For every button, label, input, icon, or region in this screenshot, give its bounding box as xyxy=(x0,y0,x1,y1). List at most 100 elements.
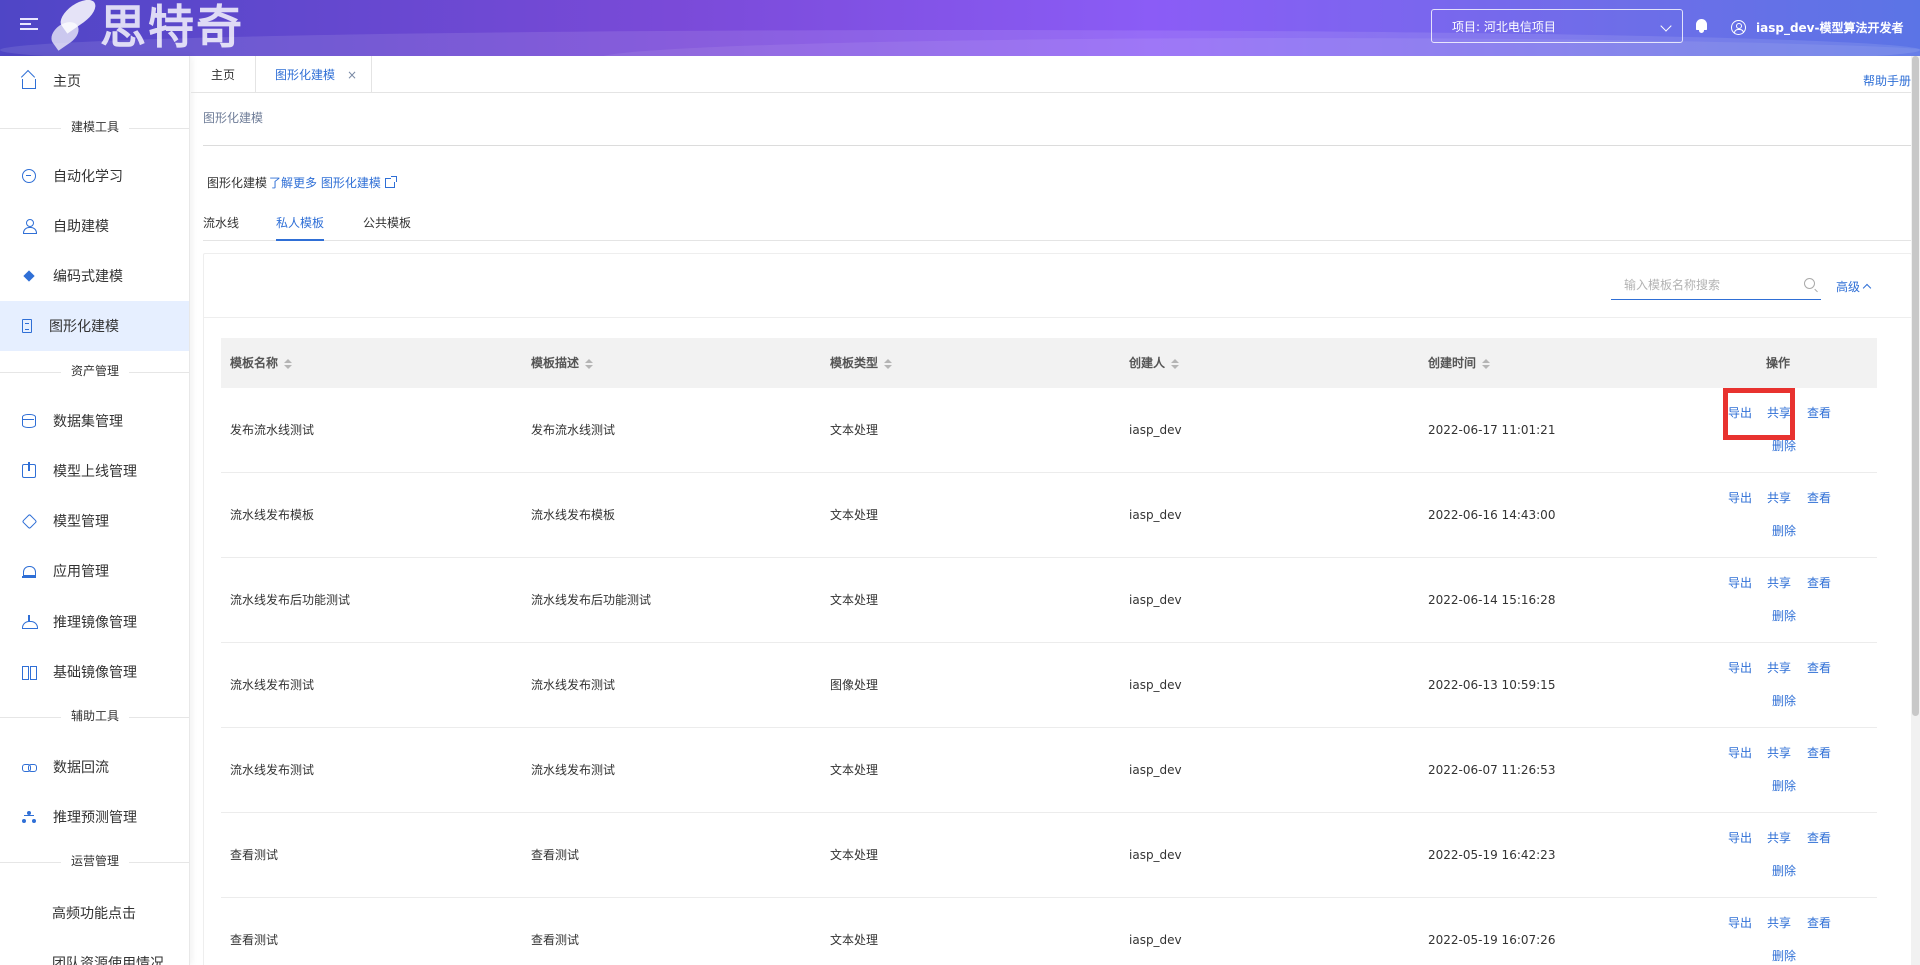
tab-home[interactable]: 主页 xyxy=(191,56,256,93)
table-row: 查看测试 查看测试 文本处理 iasp_dev 2022-05-19 16:07:26 导… xyxy=(221,898,1877,965)
cell-name: 查看测试 xyxy=(230,933,279,947)
sidebar-item-model-deploy[interactable]: 模型上线管理 xyxy=(0,446,189,496)
view-button[interactable]: 查看 xyxy=(1807,404,1831,421)
cell-creator: iasp_dev xyxy=(1129,933,1182,947)
sidebar-item-self-modeling[interactable]: 自助建模 xyxy=(0,201,189,251)
share-button[interactable]: 共享 xyxy=(1767,574,1791,591)
tab-private-templates[interactable]: 私人模板 xyxy=(276,214,325,241)
home-icon xyxy=(22,79,36,89)
learn-more-link[interactable]: 了解更多 图形化建模 xyxy=(269,174,381,191)
cell-name: 流水线发布测试 xyxy=(230,678,315,692)
self-modeling-icon xyxy=(22,219,37,234)
share-button[interactable]: 共享 xyxy=(1767,914,1791,931)
delete-button[interactable]: 删除 xyxy=(1772,437,1796,454)
column-header-type[interactable]: 模板类型 xyxy=(830,338,893,388)
share-button[interactable]: 共享 xyxy=(1767,829,1791,846)
close-icon[interactable]: × xyxy=(347,68,357,82)
user-menu[interactable]: iasp_dev-模型算法开发者 xyxy=(1731,17,1903,37)
breadcrumb: 图形化建模 xyxy=(203,111,264,125)
code-modeling-icon xyxy=(22,269,36,283)
menu-toggle-icon[interactable] xyxy=(20,18,38,34)
sidebar-item-home[interactable]: 主页 xyxy=(0,56,189,106)
sidebar-group-operations: 运营管理 xyxy=(0,852,189,872)
sidebar-item-team-resources[interactable]: 团队资源使用情况 xyxy=(0,938,189,965)
sidebar-item-auto-learning[interactable]: 自动化学习 xyxy=(0,151,189,201)
delete-button[interactable]: 删除 xyxy=(1772,947,1796,964)
sidebar-item-app[interactable]: 应用管理 xyxy=(0,546,189,596)
tab-public-templates[interactable]: 公共模板 xyxy=(363,214,411,241)
delete-button[interactable]: 删除 xyxy=(1772,692,1796,709)
scrollbar[interactable] xyxy=(1911,56,1920,965)
share-button[interactable]: 共享 xyxy=(1767,659,1791,676)
sidebar-item-graphic-modeling[interactable]: 图形化建模 xyxy=(0,301,189,351)
sort-icon[interactable] xyxy=(585,358,594,369)
sidebar-item-model[interactable]: 模型管理 xyxy=(0,496,189,546)
tab-graphic-modeling[interactable]: 图形化建模 × xyxy=(256,56,372,93)
advanced-search-button[interactable]: 高级 xyxy=(1836,278,1872,295)
sidebar-item-label: 团队资源使用情况 xyxy=(52,956,164,965)
page-tabbar: 主页 图形化建模 × 帮助手册 xyxy=(191,56,1911,93)
cell-created-time: 2022-05-19 16:07:26 xyxy=(1428,933,1556,947)
delete-button[interactable]: 删除 xyxy=(1772,522,1796,539)
export-button[interactable]: 导出 xyxy=(1728,659,1752,676)
export-button[interactable]: 导出 xyxy=(1728,404,1752,421)
column-header-desc[interactable]: 模板描述 xyxy=(531,338,594,388)
export-button[interactable]: 导出 xyxy=(1728,574,1752,591)
cell-type: 文本处理 xyxy=(830,593,879,607)
sidebar-item-base-image[interactable]: 基础镜像管理 xyxy=(0,647,189,697)
bell-icon[interactable] xyxy=(1695,19,1708,33)
sidebar-item-inference-image[interactable]: 推理镜像管理 xyxy=(0,597,189,647)
cell-created-time: 2022-06-17 11:01:21 xyxy=(1428,423,1556,437)
inference-predict-icon xyxy=(22,810,36,824)
export-button[interactable]: 导出 xyxy=(1728,829,1752,846)
share-button[interactable]: 共享 xyxy=(1767,489,1791,506)
delete-button[interactable]: 删除 xyxy=(1772,862,1796,879)
sidebar-item-data-reflow[interactable]: 数据回流 xyxy=(0,742,189,792)
external-link-icon[interactable] xyxy=(384,175,397,188)
chevron-up-icon xyxy=(1862,283,1872,293)
view-button[interactable]: 查看 xyxy=(1807,829,1831,846)
main-content: 主页 图形化建模 × 帮助手册 图形化建模 图形化建模 了解更多 图形化建模 流… xyxy=(191,56,1912,965)
row-actions: 导出 共享 查看 删除 xyxy=(1728,388,1868,472)
project-select[interactable]: 项目: 河北电信项目 xyxy=(1431,9,1683,43)
sidebar-group-aux-tools: 辅助工具 xyxy=(0,707,189,727)
logo-text: 思特奇 xyxy=(100,0,244,54)
column-header-name[interactable]: 模板名称 xyxy=(230,338,293,388)
sort-icon[interactable] xyxy=(284,358,293,369)
export-button[interactable]: 导出 xyxy=(1728,489,1752,506)
sidebar-item-dataset[interactable]: 数据集管理 xyxy=(0,396,189,446)
view-button[interactable]: 查看 xyxy=(1807,659,1831,676)
sort-icon[interactable] xyxy=(1482,358,1491,369)
cell-type: 文本处理 xyxy=(830,423,879,437)
sort-icon[interactable] xyxy=(884,358,893,369)
view-button[interactable]: 查看 xyxy=(1807,914,1831,931)
search-icon[interactable] xyxy=(1804,278,1815,289)
sidebar-item-hot-features[interactable]: 高频功能点击 xyxy=(0,888,189,938)
view-button[interactable]: 查看 xyxy=(1807,744,1831,761)
scrollbar-thumb[interactable] xyxy=(1912,56,1919,716)
help-manual-link[interactable]: 帮助手册 xyxy=(1863,72,1911,89)
share-button[interactable]: 共享 xyxy=(1767,404,1791,421)
sidebar-item-label: 自动化学习 xyxy=(53,169,123,185)
sidebar-item-code-modeling[interactable]: 编码式建模 xyxy=(0,251,189,301)
view-button[interactable]: 查看 xyxy=(1807,489,1831,506)
column-header-created-time[interactable]: 创建时间 xyxy=(1428,338,1491,388)
sidebar-item-inference-predict[interactable]: 推理预测管理 xyxy=(0,792,189,842)
export-button[interactable]: 导出 xyxy=(1728,914,1752,931)
share-button[interactable]: 共享 xyxy=(1767,744,1791,761)
sort-icon[interactable] xyxy=(1171,358,1180,369)
table-row: 流水线发布测试 流水线发布测试 文本处理 iasp_dev 2022-06-07 11:… xyxy=(221,728,1877,813)
delete-button[interactable]: 删除 xyxy=(1772,607,1796,624)
search-input[interactable] xyxy=(1611,272,1791,298)
sidebar-item-label: 推理预测管理 xyxy=(53,810,137,826)
cell-type: 文本处理 xyxy=(830,933,879,947)
view-button[interactable]: 查看 xyxy=(1807,574,1831,591)
delete-button[interactable]: 删除 xyxy=(1772,777,1796,794)
cell-created-time: 2022-06-14 15:16:28 xyxy=(1428,593,1556,607)
column-header-creator[interactable]: 创建人 xyxy=(1129,338,1180,388)
tab-pipeline[interactable]: 流水线 xyxy=(203,214,239,241)
export-button[interactable]: 导出 xyxy=(1728,744,1752,761)
brand-logo: 思特奇 xyxy=(46,0,244,54)
cell-type: 文本处理 xyxy=(830,848,879,862)
model-icon xyxy=(22,514,36,528)
